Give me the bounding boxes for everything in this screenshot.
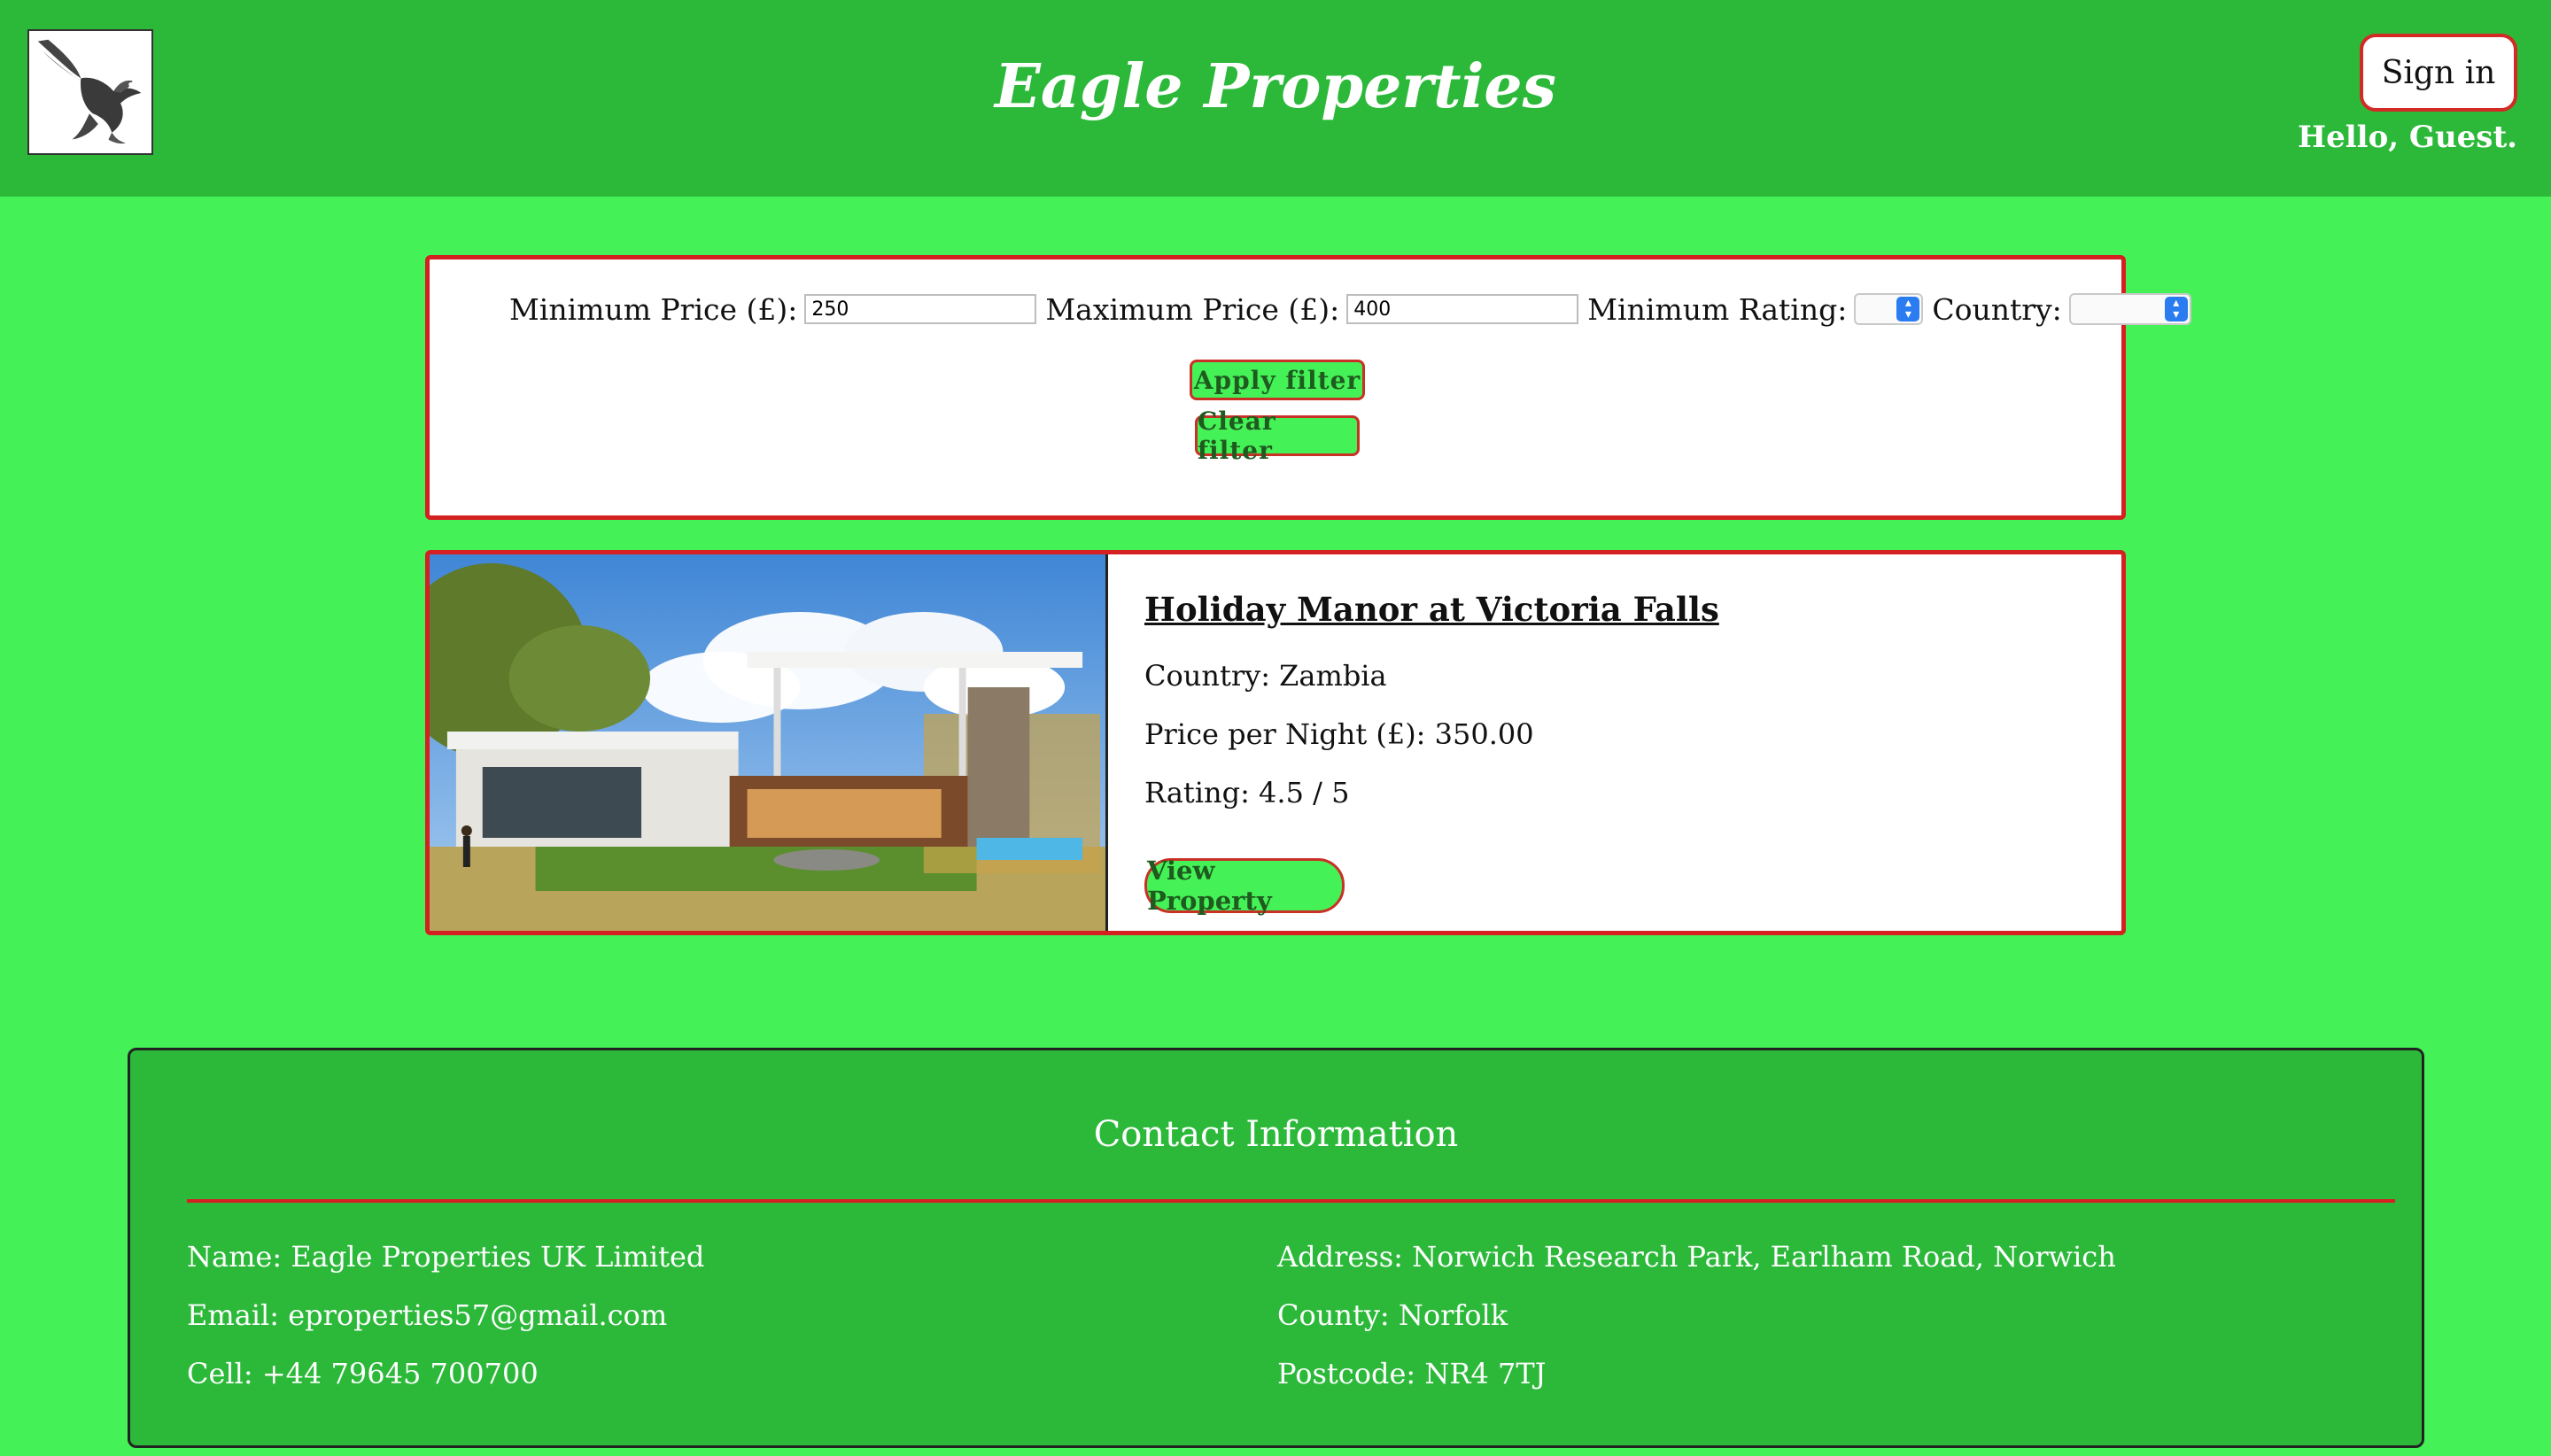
select-arrows-icon: ▴ ▾ [1896,297,1920,321]
min-rating-label: Minimum Rating: [1587,291,1848,327]
min-price-value: 250 [811,298,849,321]
filter-panel: Minimum Price (£): 250 Maximum Price (£)… [425,255,2191,520]
country-select[interactable]: ▴ ▾ [2068,293,2191,325]
property-rating: Rating: 4.5 / 5 [1144,776,1350,809]
property-image[interactable] [430,554,1108,931]
clear-filter-button[interactable]: Clear filter [1195,407,1360,465]
max-price-label: Maximum Price (£): [1045,291,1340,327]
property-country: Country: Zambia [1144,659,1387,693]
site-title: Eagle Properties [995,51,1556,122]
min-price-label: Minimum Price (£): [509,291,798,327]
min-price-input[interactable]: 250 [804,294,1037,324]
footer-title: Contact Information [1093,1114,1459,1155]
apply-filter-button[interactable]: Apply filter [1190,360,1365,400]
contact-postcode: Postcode: NR4 7TJ [1277,1357,1547,1390]
property-price: Price per Night (£): 350.00 [1144,717,1534,751]
filter-row: Minimum Price (£): 250 Maximum Price (£)… [509,288,2200,330]
max-price-input[interactable]: 400 [1346,294,1579,324]
contact-name: Name: Eagle Properties UK Limited [187,1240,705,1274]
property-title-link[interactable]: Holiday Manor at Victoria Falls [1144,590,1719,629]
min-rating-select[interactable]: ▴ ▾ [1854,293,1924,325]
select-arrows-icon: ▴ ▾ [2164,297,2188,321]
user-greeting: Hello, Guest. [2297,120,2517,155]
contact-county: County: Norfolk [1277,1298,1508,1332]
site-header: Eagle Properties Sign in Hello, Guest. [0,0,2551,197]
contact-cell: Cell: +44 79645 700700 [187,1357,539,1390]
contact-footer: Contact Information Name: Eagle Properti… [128,1048,2424,1448]
max-price-value: 400 [1353,298,1392,321]
contact-address: Address: Norwich Research Park, Earlham … [1277,1240,2116,1274]
view-property-button[interactable]: View Property [1144,856,1345,916]
footer-divider [187,1199,2395,1203]
country-label: Country: [1932,291,2062,327]
property-card: Holiday Manor at Victoria Falls Country:… [425,550,2126,935]
sign-in-button[interactable]: Sign in [2360,34,2517,112]
contact-email: Email: eproperties57@gmail.com [187,1298,668,1332]
